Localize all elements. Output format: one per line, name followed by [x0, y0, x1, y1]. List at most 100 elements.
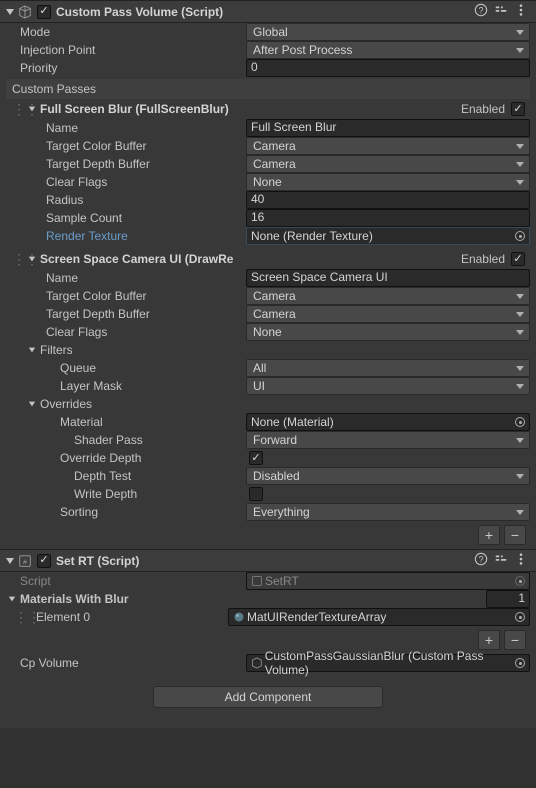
- foldout-icon[interactable]: [4, 6, 16, 18]
- tcb-dropdown[interactable]: Camera: [246, 137, 530, 155]
- pass-header-fullscreenblur[interactable]: ⋮⋮ Full Screen Blur (FullScreenBlur) Ena…: [0, 99, 536, 119]
- layermask-dropdown[interactable]: UI: [246, 377, 530, 395]
- remove-pass-button[interactable]: −: [504, 525, 526, 545]
- tdb-label: Target Depth Buffer: [26, 157, 246, 171]
- sorting-dropdown[interactable]: Everything: [246, 503, 530, 521]
- svg-text:#: #: [23, 559, 27, 566]
- mode-dropdown[interactable]: Global: [246, 23, 530, 41]
- enabled-label: Enabled: [461, 252, 505, 266]
- custom-passes-header: Custom Passes: [6, 79, 530, 99]
- context-menu-icon[interactable]: [514, 3, 528, 20]
- overridedepth-label: Override Depth: [26, 451, 246, 465]
- element0-field[interactable]: MatUIRenderTextureArray: [228, 608, 530, 626]
- name-label: Name: [26, 121, 246, 135]
- help-icon[interactable]: ?: [474, 3, 488, 20]
- materials-count-field[interactable]: 1: [486, 590, 530, 608]
- samples-field[interactable]: 16: [246, 209, 530, 227]
- clear-dropdown[interactable]: None: [246, 323, 530, 341]
- add-component-button[interactable]: Add Component: [153, 686, 383, 708]
- tcb-label: Target Color Buffer: [26, 139, 246, 153]
- script-icon: [18, 5, 32, 19]
- object-picker-icon[interactable]: [515, 658, 525, 668]
- name-field[interactable]: Screen Space Camera UI: [246, 269, 530, 287]
- cs-script-icon: [251, 575, 263, 587]
- pass-header-screenspace[interactable]: ⋮⋮ Screen Space Camera UI (DrawRe Enable…: [0, 249, 536, 269]
- queue-dropdown[interactable]: All: [246, 359, 530, 377]
- component-title: Set RT (Script): [56, 554, 474, 568]
- depthtest-label: Depth Test: [26, 469, 246, 483]
- material-icon: [233, 611, 245, 623]
- object-picker-icon[interactable]: [515, 612, 525, 622]
- queue-label: Queue: [26, 361, 246, 375]
- radius-field[interactable]: 40: [246, 191, 530, 209]
- foldout-icon[interactable]: [6, 595, 18, 603]
- cpvolume-field[interactable]: CustomPassGaussianBlur (Custom Pass Volu…: [246, 654, 530, 672]
- foldout-icon[interactable]: [26, 346, 38, 354]
- overridedepth-checkbox[interactable]: [249, 451, 263, 465]
- drag-handle-icon[interactable]: ⋮⋮: [12, 251, 26, 268]
- cpvolume-label: Cp Volume: [6, 656, 246, 670]
- pass-enabled-checkbox[interactable]: [511, 252, 525, 266]
- tcb-dropdown[interactable]: Camera: [246, 287, 530, 305]
- enable-component-checkbox[interactable]: [37, 554, 51, 568]
- tdb-dropdown[interactable]: Camera: [246, 155, 530, 173]
- object-picker-icon: [515, 576, 525, 586]
- material-label: Material: [26, 415, 246, 429]
- radius-label: Radius: [26, 193, 246, 207]
- samples-label: Sample Count: [26, 211, 246, 225]
- shaderpass-label: Shader Pass: [26, 433, 246, 447]
- context-menu-icon[interactable]: [514, 552, 528, 569]
- remove-element-button[interactable]: −: [504, 630, 526, 650]
- help-icon[interactable]: ?: [474, 552, 488, 569]
- clear-dropdown[interactable]: None: [246, 173, 530, 191]
- name-label: Name: [26, 271, 246, 285]
- priority-field[interactable]: 0: [246, 59, 530, 77]
- svg-text:?: ?: [479, 555, 484, 565]
- enable-component-checkbox[interactable]: [37, 5, 51, 19]
- foldout-icon[interactable]: [26, 255, 38, 263]
- object-picker-icon[interactable]: [515, 231, 525, 241]
- writedepth-label: Write Depth: [26, 487, 246, 501]
- cube-icon: [251, 657, 263, 669]
- drag-handle-icon[interactable]: ⋮⋮: [14, 609, 28, 626]
- foldout-icon[interactable]: [26, 105, 38, 113]
- writedepth-checkbox[interactable]: [249, 487, 263, 501]
- drag-handle-icon[interactable]: ⋮⋮: [12, 101, 26, 118]
- tcb-label: Target Color Buffer: [26, 289, 246, 303]
- overrides-label: Overrides: [40, 397, 92, 411]
- name-field[interactable]: Full Screen Blur: [246, 119, 530, 137]
- injection-dropdown[interactable]: After Post Process: [246, 41, 530, 59]
- component-header-setrt[interactable]: # Set RT (Script) ?: [0, 550, 536, 572]
- injection-label: Injection Point: [6, 43, 246, 57]
- pass-enabled-checkbox[interactable]: [511, 102, 525, 116]
- element0-label: Element 0: [28, 610, 228, 624]
- material-field[interactable]: None (Material): [246, 413, 530, 431]
- mode-label: Mode: [6, 25, 246, 39]
- clear-label: Clear Flags: [26, 175, 246, 189]
- component-title: Custom Pass Volume (Script): [56, 5, 474, 19]
- presets-icon[interactable]: [494, 3, 508, 20]
- tdb-dropdown[interactable]: Camera: [246, 305, 530, 323]
- object-picker-icon[interactable]: [515, 417, 525, 427]
- tdb-label: Target Depth Buffer: [26, 307, 246, 321]
- filters-label: Filters: [40, 343, 73, 357]
- script-label: Script: [6, 574, 246, 588]
- pass-title: Screen Space Camera UI (DrawRe: [40, 252, 461, 266]
- custom-passes-label: Custom Passes: [12, 82, 96, 96]
- svg-text:?: ?: [479, 6, 484, 16]
- foldout-icon[interactable]: [4, 555, 16, 567]
- priority-label: Priority: [6, 61, 246, 75]
- sorting-label: Sorting: [26, 505, 246, 519]
- component-header-custom-pass-volume[interactable]: Custom Pass Volume (Script) ?: [0, 1, 536, 23]
- foldout-icon[interactable]: [26, 400, 38, 408]
- add-pass-button[interactable]: +: [478, 525, 500, 545]
- add-element-button[interactable]: +: [478, 630, 500, 650]
- cs-script-icon: #: [18, 554, 32, 568]
- pass-title: Full Screen Blur (FullScreenBlur): [40, 102, 461, 116]
- presets-icon[interactable]: [494, 552, 508, 569]
- clear-label: Clear Flags: [26, 325, 246, 339]
- materials-label: Materials With Blur: [20, 592, 486, 606]
- depthtest-dropdown[interactable]: Disabled: [246, 467, 530, 485]
- rendertexture-field[interactable]: None (Render Texture): [246, 227, 530, 245]
- shaderpass-dropdown[interactable]: Forward: [246, 431, 530, 449]
